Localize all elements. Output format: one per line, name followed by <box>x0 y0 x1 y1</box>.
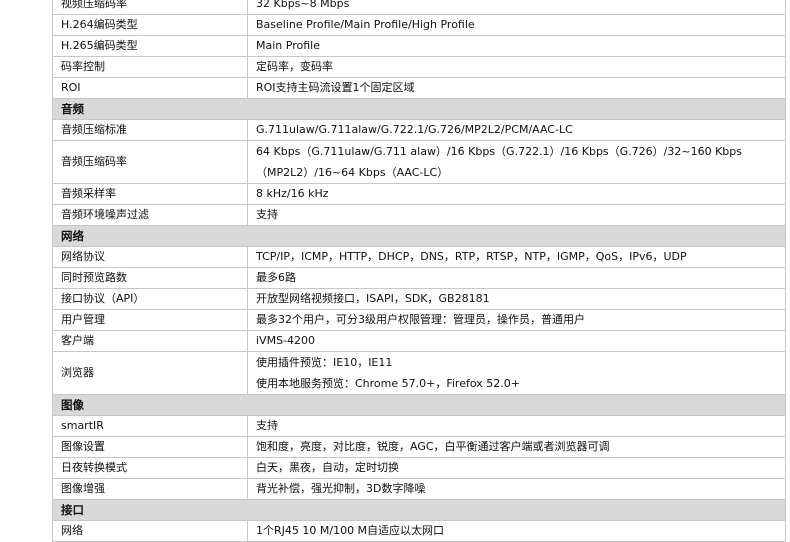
section-header: 网络 <box>52 225 786 247</box>
spec-value: 1个RJ45 10 M/100 M自适应以太网口 <box>247 520 786 542</box>
spec-label: smartIR <box>52 415 248 437</box>
spec-value-line: 使用插件预览：IE10，IE11 <box>256 356 393 369</box>
spec-row: H.265编码类型 Main Profile <box>52 35 786 57</box>
spec-label: 网络协议 <box>52 246 248 268</box>
spec-label: 音频环境噪声过滤 <box>52 204 248 226</box>
spec-label: 音频压缩码率 <box>52 140 248 184</box>
spec-row: 网络 1个RJ45 10 M/100 M自适应以太网口 <box>52 520 786 542</box>
spec-label: 同时预览路数 <box>52 267 248 289</box>
spec-label: 接口协议（API） <box>52 288 248 310</box>
spec-label: 日夜转换模式 <box>52 457 248 479</box>
section-header: 音频 <box>52 98 786 120</box>
spec-row: 音频压缩码率 64 Kbps（G.711ulaw/G.711 alaw）/16 K… <box>52 140 786 184</box>
section-header: 接口 <box>52 499 786 521</box>
spec-label: 网络 <box>52 520 248 542</box>
spec-row: 客户端 iVMS-4200 <box>52 330 786 352</box>
spec-label: H.264编码类型 <box>52 14 248 36</box>
spec-value-line: 使用本地服务预览：Chrome 57.0+，Firefox 52.0+ <box>256 377 520 390</box>
section-title: 接口 <box>52 499 786 521</box>
spec-label: 图像增强 <box>52 478 248 500</box>
spec-row: 音频压缩标准 G.711ulaw/G.711alaw/G.722.1/G.726/… <box>52 119 786 141</box>
spec-row: smartIR 支持 <box>52 415 786 437</box>
spec-value: 背光补偿，强光抑制，3D数字降噪 <box>247 478 786 500</box>
spec-value: 32 Kbps~8 Mbps <box>247 0 786 15</box>
spec-label: 用户管理 <box>52 309 248 331</box>
section-title: 网络 <box>52 225 786 247</box>
spec-label: 客户端 <box>52 330 248 352</box>
spec-value: 最多6路 <box>247 267 786 289</box>
spec-row: 图像设置 饱和度，亮度，对比度，锐度，AGC，白平衡通过客户端或者浏览器可调 <box>52 436 786 458</box>
spec-row: 视频压缩码率 32 Kbps~8 Mbps <box>52 0 786 15</box>
section-title: 音频 <box>52 98 786 120</box>
spec-value: 白天，黑夜，自动，定时切换 <box>247 457 786 479</box>
spec-table-body: 视频压缩码率 32 Kbps~8 Mbps H.264编码类型 Baseline Pr… <box>52 0 786 542</box>
spec-value: 64 Kbps（G.711ulaw/G.711 alaw）/16 Kbps（G.… <box>247 140 786 184</box>
spec-row: 浏览器 使用插件预览：IE10，IE11 使用本地服务预览：Chrome 57.0+… <box>52 351 786 395</box>
spec-label: 图像设置 <box>52 436 248 458</box>
spec-label: 视频压缩码率 <box>52 0 248 15</box>
spec-value: iVMS-4200 <box>247 330 786 352</box>
spec-label: ROI <box>52 77 248 99</box>
spec-row: 用户管理 最多32个用户，可分3级用户权限管理：管理员，操作员，普通用户 <box>52 309 786 331</box>
spec-value: 使用插件预览：IE10，IE11 使用本地服务预览：Chrome 57.0+，Fi… <box>247 351 786 395</box>
spec-label: 浏览器 <box>52 351 248 395</box>
spec-value: ROI支持主码流设置1个固定区域 <box>247 77 786 99</box>
spec-label: 音频压缩标准 <box>52 119 248 141</box>
spec-value: 8 kHz/16 kHz <box>247 183 786 205</box>
spec-row: 图像增强 背光补偿，强光抑制，3D数字降噪 <box>52 478 786 500</box>
spec-label: 码率控制 <box>52 56 248 78</box>
section-header: 图像 <box>52 394 786 416</box>
spec-value: Baseline Profile/Main Profile/High Profi… <box>247 14 786 36</box>
spec-value: Main Profile <box>247 35 786 57</box>
spec-value: G.711ulaw/G.711alaw/G.722.1/G.726/MP2L2/… <box>247 119 786 141</box>
spec-label: 音频采样率 <box>52 183 248 205</box>
spec-value-line: （MP2L2）/16~64 Kbps（AAC-LC） <box>256 166 449 179</box>
spec-value: 最多32个用户，可分3级用户权限管理：管理员，操作员，普通用户 <box>247 309 786 331</box>
section-title: 图像 <box>52 394 786 416</box>
spec-value: TCP/IP，ICMP，HTTP，DHCP，DNS，RTP，RTSP，NTP，I… <box>247 246 786 268</box>
spec-row: 接口协议（API） 开放型网络视频接口，ISAPI，SDK，GB28181 <box>52 288 786 310</box>
spec-label: H.265编码类型 <box>52 35 248 57</box>
spec-value: 支持 <box>247 415 786 437</box>
spec-row: 网络协议 TCP/IP，ICMP，HTTP，DHCP，DNS，RTP，RTSP，N… <box>52 246 786 268</box>
spec-row: 码率控制 定码率，变码率 <box>52 56 786 78</box>
spec-value: 定码率，变码率 <box>247 56 786 78</box>
spec-row: 同时预览路数 最多6路 <box>52 267 786 289</box>
spec-value-line: 64 Kbps（G.711ulaw/G.711 alaw）/16 Kbps（G.… <box>256 145 743 158</box>
spec-row: ROI ROI支持主码流设置1个固定区域 <box>52 77 786 99</box>
spec-row: 音频采样率 8 kHz/16 kHz <box>52 183 786 205</box>
spec-row: 日夜转换模式 白天，黑夜，自动，定时切换 <box>52 457 786 479</box>
spec-value: 支持 <box>247 204 786 226</box>
spec-row: H.264编码类型 Baseline Profile/Main Profile/H… <box>52 14 786 36</box>
spec-value: 开放型网络视频接口，ISAPI，SDK，GB28181 <box>247 288 786 310</box>
spec-row: 音频环境噪声过滤 支持 <box>52 204 786 226</box>
spec-table: 视频压缩码率 32 Kbps~8 Mbps H.264编码类型 Baseline Pr… <box>52 0 786 542</box>
spec-value: 饱和度，亮度，对比度，锐度，AGC，白平衡通过客户端或者浏览器可调 <box>247 436 786 458</box>
